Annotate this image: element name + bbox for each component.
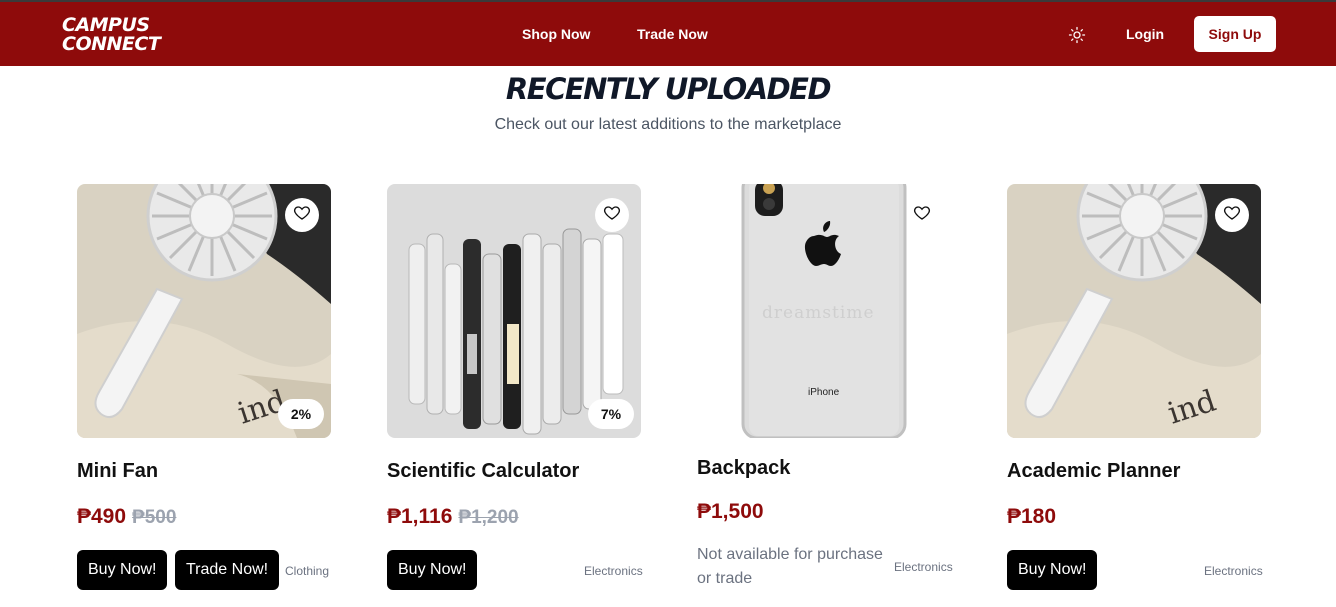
heart-icon [913, 204, 931, 227]
discount-badge: 2% [278, 399, 324, 429]
category-label: Electronics [894, 560, 953, 574]
logo-line-2: CONNECT [62, 33, 161, 55]
buy-now-button[interactable]: Buy Now! [77, 550, 168, 590]
price: ₱490 [77, 505, 127, 528]
product-name[interactable]: Backpack [697, 457, 790, 480]
category-label: Electronics [584, 564, 643, 578]
product-card[interactable]: dreamstime iPhone Backpack ₱1,500 Not av… [697, 184, 953, 607]
price: ₱180 [1007, 505, 1057, 528]
price-row: ₱1,500 [697, 500, 764, 524]
favorite-button[interactable] [1215, 198, 1249, 232]
product-card[interactable]: ind Academic Planner ₱180 Buy Now! Elect… [1007, 184, 1263, 607]
product-name[interactable]: Mini Fan [77, 460, 158, 483]
availability-note: Not available for purchase or trade [697, 546, 883, 587]
old-price: ₱500 [132, 507, 177, 528]
logo[interactable]: CAMPUS CONNECT [62, 16, 161, 55]
product-name[interactable]: Academic Planner [1007, 460, 1180, 483]
buy-now-button[interactable]: Buy Now! [387, 550, 478, 590]
product-card[interactable]: 7% Scientific Calculator ₱1,116 ₱1,200 Bu… [387, 184, 643, 607]
mini-fan-image[interactable]: ind [1007, 184, 1261, 438]
price: ₱1,500 [697, 500, 764, 523]
pens-image[interactable]: 7% [387, 184, 641, 438]
price: ₱1,116 [387, 505, 453, 528]
trade-now-button[interactable]: Trade Now! [175, 550, 280, 590]
price-row: ₱490 ₱500 [77, 505, 176, 529]
heart-icon [293, 204, 311, 227]
old-price: ₱1,200 [458, 507, 519, 528]
signup-button[interactable]: Sign Up [1194, 16, 1276, 52]
watermark-text: dreamstime [762, 303, 875, 323]
favorite-button[interactable] [905, 198, 939, 232]
discount-badge: 7% [588, 399, 634, 429]
login-link[interactable]: Login [1126, 26, 1164, 42]
sun-icon[interactable] [1068, 26, 1086, 44]
product-card[interactable]: ind 2% Mini Fan ₱490 ₱500 Buy Now! Trade… [77, 184, 331, 607]
category-label: Clothing [285, 564, 330, 578]
price-row: ₱1,116 ₱1,200 [387, 505, 519, 529]
navbar: CAMPUS CONNECT Shop Now Trade Now Login … [0, 2, 1336, 66]
iphone-image[interactable]: dreamstime iPhone [697, 184, 951, 438]
iphone-label: iPhone [808, 387, 840, 398]
product-name[interactable]: Scientific Calculator [387, 460, 579, 483]
section-title: RECENTLY UPLOADED [505, 72, 832, 106]
buy-now-button[interactable]: Buy Now! [1007, 550, 1098, 590]
nav-shop-now[interactable]: Shop Now [522, 26, 590, 42]
category-label: Electronics [1204, 564, 1263, 578]
mini-fan-image[interactable]: ind 2% [77, 184, 331, 438]
section-subtitle: Check out our latest additions to the ma… [494, 116, 842, 133]
nav-trade-now[interactable]: Trade Now [637, 26, 708, 42]
favorite-button[interactable] [595, 198, 629, 232]
heart-icon [1223, 204, 1241, 227]
price-row: ₱180 [1007, 505, 1056, 529]
heart-icon [603, 204, 621, 227]
favorite-button[interactable] [285, 198, 319, 232]
